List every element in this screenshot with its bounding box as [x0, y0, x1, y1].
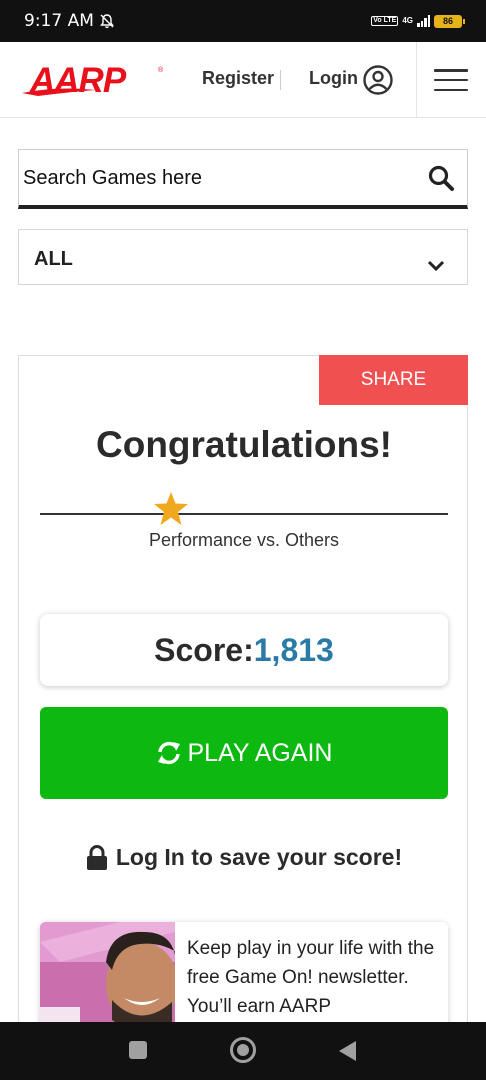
login-prompt-text: Log In to save your score! [115, 844, 403, 870]
dropdown-value: ALL [34, 248, 73, 270]
status-indicators: Vo LTE 4G 86 [371, 14, 465, 28]
home-icon[interactable] [230, 1037, 256, 1063]
svg-text:AARP: AARP [29, 61, 127, 100]
search-input[interactable] [23, 150, 413, 206]
recents-icon[interactable] [129, 1041, 147, 1059]
header-separator [280, 70, 281, 90]
play-again-button[interactable]: PLAY AGAIN [40, 707, 448, 799]
share-button[interactable]: SHARE [319, 355, 468, 405]
score-box: Score:1,813 [40, 614, 448, 686]
signal-icon [417, 15, 430, 27]
login-to-save-link[interactable]: Log In to save your score! [19, 844, 469, 871]
newsletter-text: Keep play in your life with the free Gam… [187, 938, 435, 1017]
register-link[interactable]: Register [202, 68, 274, 89]
congratulations-heading: Congratulations! [96, 424, 392, 465]
status-time: 9:17 AM [24, 11, 94, 31]
aarp-logo[interactable]: AARP ® [18, 60, 170, 100]
system-nav-bar [0, 1022, 486, 1080]
status-bar: 9:17 AM Vo LTE 4G 86 [0, 0, 486, 42]
search-box [18, 149, 468, 209]
result-card: SHARE Congratulations! Performance vs. O… [18, 355, 468, 1055]
bell-off-icon [99, 14, 114, 29]
site-header: AARP ® Register Login [0, 42, 486, 118]
lock-icon [86, 844, 107, 870]
search-icon[interactable] [427, 164, 455, 192]
network-type: 4G [402, 16, 413, 25]
login-link[interactable]: Login [309, 68, 358, 89]
score-label: Score: [154, 632, 254, 668]
play-again-label: PLAY AGAIN [187, 738, 333, 767]
hamburger-menu-icon[interactable] [434, 66, 468, 94]
chevron-down-icon [427, 260, 445, 272]
refresh-icon [157, 741, 180, 765]
battery-icon: 86 [434, 14, 465, 28]
category-dropdown[interactable]: ALL [18, 229, 468, 285]
score-value: 1,813 [253, 632, 334, 668]
performance-label: Performance vs. Others [148, 530, 340, 550]
user-icon[interactable] [362, 64, 394, 96]
menu-divider [416, 42, 417, 118]
volte-badge: Vo LTE [371, 16, 399, 26]
back-icon[interactable] [339, 1041, 356, 1061]
svg-text:®: ® [158, 66, 164, 74]
performance-track [40, 513, 448, 515]
star-icon [154, 492, 188, 525]
